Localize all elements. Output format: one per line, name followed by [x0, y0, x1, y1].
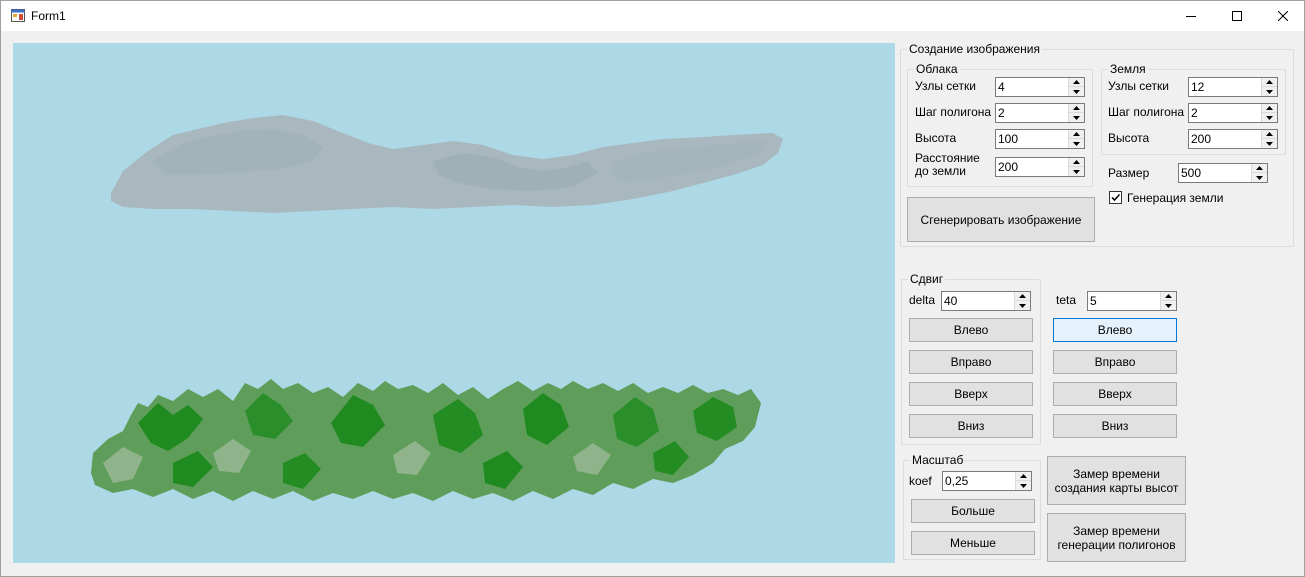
terrain-layer [91, 379, 761, 501]
spin-down-icon[interactable] [1262, 139, 1277, 148]
clouds-distance-value: 200 [998, 160, 1019, 174]
maximize-icon [1232, 11, 1242, 21]
spin-down-icon[interactable] [1262, 87, 1277, 96]
generate-earth-checkbox[interactable] [1109, 191, 1122, 204]
rotate-down-button[interactable]: Вниз [1053, 414, 1177, 438]
size-label: Размер [1108, 166, 1150, 180]
clouds-grid-label: Узлы сетки [915, 79, 977, 93]
spin-down-icon[interactable] [1016, 481, 1031, 490]
spin-up-icon[interactable] [1252, 164, 1267, 173]
koef-label: koef [909, 474, 932, 488]
shift-right-button[interactable]: Вправо [909, 350, 1033, 374]
delta-input[interactable]: 40 [941, 291, 1031, 311]
earth-height-value: 200 [1191, 132, 1212, 146]
delta-value: 40 [944, 294, 958, 308]
spin-down-icon[interactable] [1262, 113, 1277, 122]
spin-up-icon[interactable] [1015, 292, 1030, 301]
spin-up-icon[interactable] [1262, 78, 1277, 87]
rotate-right-button[interactable]: Вправо [1053, 350, 1177, 374]
clouds-distance-input[interactable]: 200 [995, 157, 1085, 177]
spin-up-icon[interactable] [1069, 158, 1084, 167]
scale-group-title: Масштаб [910, 453, 966, 467]
scale-smaller-button[interactable]: Меньше [911, 531, 1035, 555]
spin-down-icon[interactable] [1069, 167, 1084, 176]
spin-down-icon[interactable] [1161, 301, 1176, 310]
size-value: 500 [1181, 166, 1202, 180]
spin-up-icon[interactable] [1016, 472, 1031, 481]
generate-earth-label: Генерация земли [1127, 191, 1224, 205]
generate-image-button[interactable]: Сгенерировать изображение [907, 197, 1095, 242]
clouds-step-label: Шаг полигона [915, 105, 992, 119]
measure-polygons-button[interactable]: Замер времени генерации полигонов [1047, 513, 1186, 562]
shift-down-button[interactable]: Вниз [909, 414, 1033, 438]
spin-down-icon[interactable] [1015, 301, 1030, 310]
spin-up-icon[interactable] [1161, 292, 1176, 301]
earth-height-input[interactable]: 200 [1188, 129, 1278, 149]
clouds-grid-input[interactable]: 4 [995, 77, 1085, 97]
spin-up-icon[interactable] [1069, 104, 1084, 113]
maximize-button[interactable] [1214, 1, 1260, 31]
clouds-step-input[interactable]: 2 [995, 103, 1085, 123]
spin-down-icon[interactable] [1069, 139, 1084, 148]
app-icon [11, 9, 25, 22]
clouds-group-title: Облака [914, 62, 960, 76]
close-icon [1278, 11, 1288, 21]
koef-input[interactable]: 0,25 [942, 471, 1032, 491]
earth-grid-input[interactable]: 12 [1188, 77, 1278, 97]
rotate-left-button[interactable]: Влево [1053, 318, 1177, 342]
spin-down-icon[interactable] [1069, 87, 1084, 96]
creation-group-title: Создание изображения [907, 42, 1042, 56]
spin-down-icon[interactable] [1069, 113, 1084, 122]
spin-up-icon[interactable] [1262, 104, 1277, 113]
spin-up-icon[interactable] [1262, 130, 1277, 139]
teta-label: teta [1056, 293, 1077, 307]
cloud-layer [111, 115, 783, 213]
close-button[interactable] [1260, 1, 1305, 31]
rotate-up-button[interactable]: Вверх [1053, 382, 1177, 406]
minimize-button[interactable] [1168, 1, 1214, 31]
measure-heightmap-button[interactable]: Замер времени создания карты высот [1047, 456, 1186, 505]
spin-up-icon[interactable] [1069, 130, 1084, 139]
window-title: Form1 [31, 9, 66, 23]
clouds-grid-value: 4 [998, 80, 1005, 94]
checkmark-icon [1111, 193, 1121, 202]
clouds-height-value: 100 [998, 132, 1019, 146]
shift-left-button[interactable]: Влево [909, 318, 1033, 342]
title-bar: Form1 [1, 1, 1304, 31]
earth-group-title: Земля [1108, 62, 1148, 76]
earth-step-value: 2 [1191, 106, 1198, 120]
teta-input[interactable]: 5 [1087, 291, 1177, 311]
koef-value: 0,25 [945, 474, 969, 488]
clouds-step-value: 2 [998, 106, 1005, 120]
clouds-height-input[interactable]: 100 [995, 129, 1085, 149]
minimize-icon [1186, 16, 1196, 17]
clouds-height-label: Высота [915, 131, 957, 145]
scale-bigger-button[interactable]: Больше [911, 499, 1035, 523]
main-window: Form1 Создание изображения Облака Узлы с… [0, 0, 1305, 577]
render-canvas [13, 43, 895, 563]
spin-down-icon[interactable] [1252, 173, 1267, 182]
spin-up-icon[interactable] [1069, 78, 1084, 87]
size-input[interactable]: 500 [1178, 163, 1268, 183]
shift-group-title: Сдвиг [908, 272, 946, 286]
earth-height-label: Высота [1108, 131, 1150, 145]
earth-grid-value: 12 [1191, 80, 1205, 94]
clouds-distance-label: Расстояние до земли [915, 151, 980, 178]
delta-label: delta [909, 293, 936, 307]
teta-value: 5 [1090, 294, 1097, 308]
earth-step-label: Шаг полигона [1108, 105, 1185, 119]
earth-step-input[interactable]: 2 [1188, 103, 1278, 123]
earth-grid-label: Узлы сетки [1108, 79, 1170, 93]
shift-up-button[interactable]: Вверх [909, 382, 1033, 406]
